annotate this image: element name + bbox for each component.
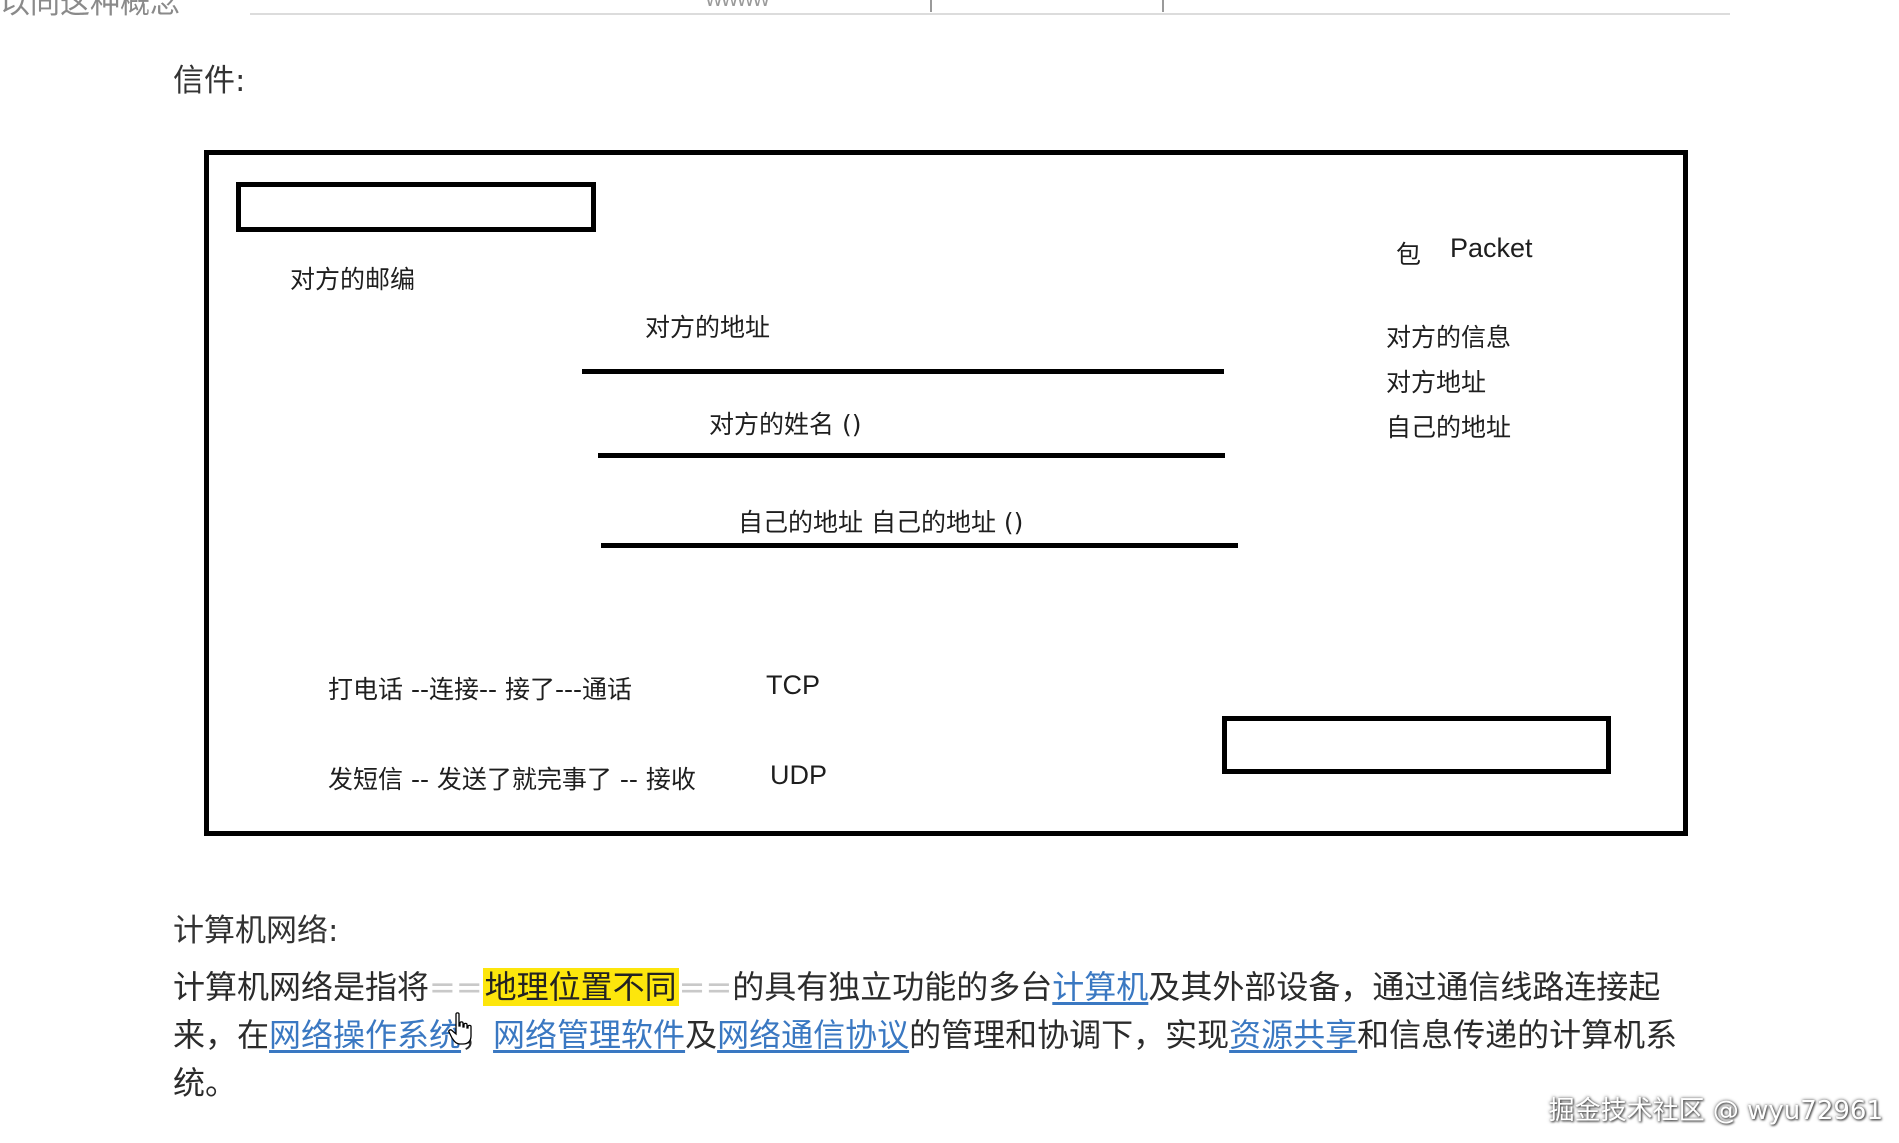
hand-cursor-icon bbox=[448, 1012, 472, 1045]
info-item: 自己的地址 bbox=[1386, 413, 1512, 442]
address-line bbox=[582, 369, 1224, 374]
udp-label: UDP bbox=[770, 760, 828, 790]
highlighted-text: 地理位置不同 bbox=[482, 968, 679, 1006]
postcode-label: 对方的邮编 bbox=[290, 265, 416, 294]
link-resource-sharing[interactable]: 资源共享 bbox=[1229, 1016, 1357, 1054]
own-address-line bbox=[601, 543, 1238, 548]
stamp-box bbox=[1222, 716, 1611, 774]
cut-off-marks: WWWW bbox=[705, 0, 770, 11]
link-network-os[interactable]: 网络操作系统 bbox=[269, 1016, 461, 1054]
recipient-address-label: 对方的地址 bbox=[645, 313, 771, 342]
highlight-marker: == bbox=[678, 968, 733, 1006]
packet-en-label: Packet bbox=[1450, 233, 1533, 263]
text-run: 的管理和协调下，实现 bbox=[909, 1016, 1230, 1054]
text-run: 计算机网络是指将 bbox=[173, 968, 430, 1006]
recipient-name-label: 对方的姓名 () bbox=[709, 410, 862, 439]
cut-off-heading: 以同这种概念 bbox=[0, 0, 180, 21]
watermark: 掘金技术社区 @ wyu72961 bbox=[1548, 1096, 1883, 1126]
section-title-network: 计算机网络: bbox=[173, 913, 339, 949]
text-run: 及 bbox=[685, 1016, 718, 1054]
packet-cn-label: 包 bbox=[1396, 240, 1422, 269]
name-line bbox=[598, 453, 1225, 458]
link-network-management-software[interactable]: 网络管理软件 bbox=[493, 1016, 685, 1054]
postcode-box bbox=[236, 182, 596, 232]
tcp-label: TCP bbox=[766, 670, 820, 700]
link-computer[interactable]: 计算机 bbox=[1052, 968, 1148, 1006]
info-item: 对方的信息 bbox=[1386, 323, 1512, 352]
ruler-tick bbox=[930, 0, 932, 12]
own-address-label: 自己的地址 自己的地址 () bbox=[738, 508, 1024, 537]
info-item: 对方地址 bbox=[1386, 368, 1487, 397]
udp-analogy: 发短信 -- 发送了就完事了 -- 接收 bbox=[328, 765, 696, 794]
highlight-marker: == bbox=[429, 968, 483, 1006]
ruler-tick bbox=[1162, 0, 1164, 12]
link-network-protocol[interactable]: 网络通信协议 bbox=[717, 1016, 909, 1054]
section-title-letter: 信件: bbox=[173, 63, 246, 99]
text-run: 的具有独立功能的多台 bbox=[732, 968, 1053, 1006]
tcp-analogy: 打电话 --连接-- 接了---通话 bbox=[328, 675, 633, 704]
network-definition-paragraph: 计算机网络是指将==地理位置不同==的具有独立功能的多台计算机及其外部设备，通过… bbox=[173, 963, 1713, 1107]
top-divider bbox=[250, 13, 1730, 15]
